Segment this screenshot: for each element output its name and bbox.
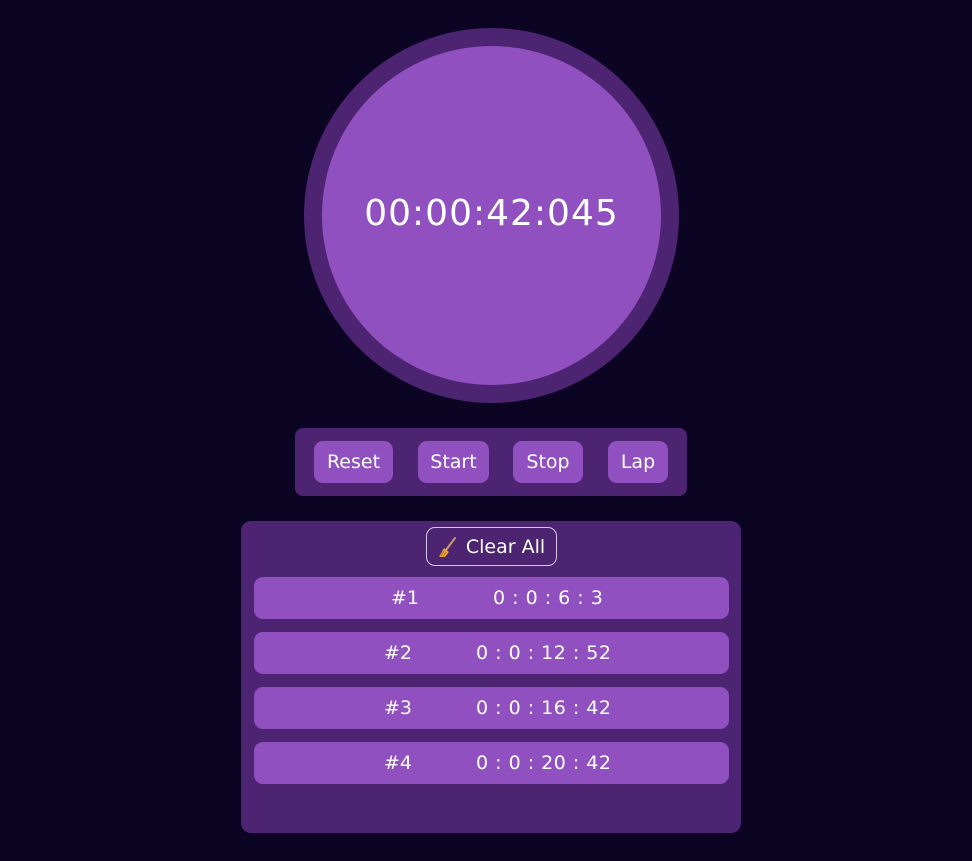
time-display: 00:00:42:045 — [364, 193, 619, 234]
laps-panel: Clear All #1 0 : 0 : 6 : 3 #2 0 : 0 : 12… — [241, 521, 741, 833]
lap-time: 0 : 0 : 20 : 42 — [476, 752, 612, 774]
stopwatch-app: 00:00:42:045 Reset Start Stop Lap Clear … — [0, 0, 972, 861]
stopwatch-dial-ring: 00:00:42:045 — [304, 28, 679, 403]
lap-index: #2 — [384, 642, 413, 664]
lap-button[interactable]: Lap — [608, 441, 668, 483]
lap-index: #1 — [391, 587, 420, 609]
lap-row: #4 0 : 0 : 20 : 42 — [254, 742, 729, 784]
clear-all-label: Clear All — [465, 535, 546, 558]
stopwatch-dial: 00:00:42:045 — [322, 46, 661, 385]
lap-row: #2 0 : 0 : 12 : 52 — [254, 632, 729, 674]
lap-time: 0 : 0 : 16 : 42 — [476, 697, 612, 719]
lap-row: #3 0 : 0 : 16 : 42 — [254, 687, 729, 729]
controls-bar: Reset Start Stop Lap — [295, 428, 687, 496]
clear-all-button[interactable]: Clear All — [426, 527, 557, 566]
stop-button[interactable]: Stop — [513, 441, 583, 483]
lap-index: #3 — [384, 697, 413, 719]
start-button[interactable]: Start — [418, 441, 489, 483]
reset-button[interactable]: Reset — [314, 441, 393, 483]
lap-row: #1 0 : 0 : 6 : 3 — [254, 577, 729, 619]
broom-icon — [438, 536, 458, 558]
lap-time: 0 : 0 : 6 : 3 — [493, 587, 604, 609]
lap-index: #4 — [384, 752, 413, 774]
lap-time: 0 : 0 : 12 : 52 — [476, 642, 612, 664]
